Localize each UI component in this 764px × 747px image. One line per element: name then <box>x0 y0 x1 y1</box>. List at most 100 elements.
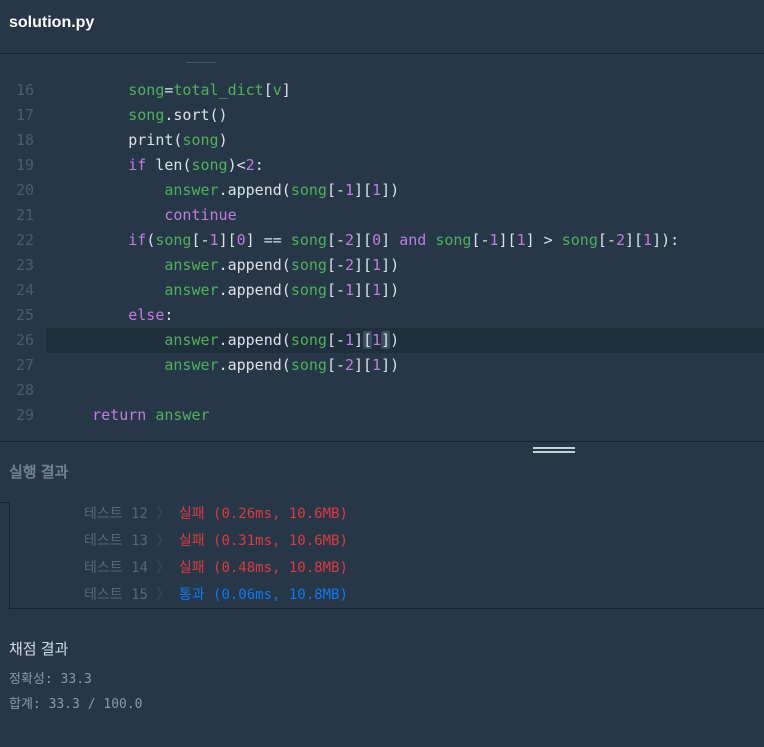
line-number: 22 <box>15 231 34 249</box>
code-token: [- <box>326 331 345 349</box>
code-token: ] <box>381 331 391 349</box>
code-line[interactable]: 22 if(song[-1][0] == song[-2][0] and son… <box>0 228 764 253</box>
line-number: 27 <box>15 356 34 374</box>
code-token: v <box>272 81 282 99</box>
code-token: ][ <box>354 231 373 249</box>
code-text: song=total_dict[v] <box>56 78 291 103</box>
code-token: ] <box>381 231 400 249</box>
code-token: sort <box>173 106 210 124</box>
test-detail: (0.26ms, 10.6MB) <box>213 506 348 522</box>
code-line[interactable]: 19 if len(song)<2: <box>0 153 764 178</box>
code-token: ( <box>281 256 291 274</box>
chevron-right-icon: 〉 <box>156 587 171 603</box>
test-status: 실패 <box>178 560 205 576</box>
code-token: answer <box>155 406 210 424</box>
code-token: 1 <box>372 356 382 374</box>
editor-header: solution.py <box>0 0 764 54</box>
code-token: 1 <box>372 281 382 299</box>
code-token: ][ <box>354 281 373 299</box>
code-token: 1 <box>209 231 219 249</box>
code-token: song <box>191 156 228 174</box>
code-token: song <box>155 231 192 249</box>
code-token: append <box>227 356 282 374</box>
code-line-active[interactable]: 26 answer.append(song[-1][1]) <box>16 328 764 353</box>
clipped-code-fragment <box>186 62 216 67</box>
code-token: song <box>182 131 219 149</box>
code-token: ] == <box>245 231 291 249</box>
code-token: song <box>290 181 327 199</box>
test-result-row: 테스트 15 〉 통과 (0.06ms, 10.8MB) <box>84 583 348 607</box>
accuracy-value: 33.3 <box>60 672 92 687</box>
code-line[interactable]: 25 else: <box>0 303 764 328</box>
code-text: answer.append(song[-1][1]) <box>56 328 399 353</box>
code-text: answer.append(song[-2][1]) <box>56 253 399 278</box>
code-token: [- <box>326 256 345 274</box>
code-token: ][ <box>624 231 644 249</box>
code-token: . <box>218 181 228 199</box>
test-result-row: 테스트 12 〉 실패 (0.26ms, 10.6MB) <box>84 502 348 526</box>
code-token: 1 <box>516 231 526 249</box>
code-token: )< <box>227 156 246 174</box>
code-text: if(song[-1][0] == song[-2][0] and song[-… <box>56 228 679 253</box>
code-token: ]) <box>381 356 400 374</box>
code-line[interactable]: 18 print(song) <box>0 128 764 153</box>
code-token: append <box>227 281 282 299</box>
code-editor[interactable]: 16 song=total_dict[v] 17 song.sort() 18 pr… <box>0 54 764 441</box>
code-token: ] <box>281 81 291 99</box>
test-label: 테스트 12 <box>84 506 148 522</box>
test-detail: (0.06ms, 10.8MB) <box>213 587 348 603</box>
code-token: [- <box>326 181 345 199</box>
code-token: song <box>290 281 327 299</box>
line-number: 20 <box>15 181 34 199</box>
test-detail: (0.48ms, 10.8MB) <box>213 560 348 576</box>
code-line[interactable]: 23 answer.append(song[-2][1]) <box>0 253 764 278</box>
accuracy-label: 정확성: <box>9 672 53 687</box>
code-line[interactable]: 20 answer.append(song[-1][1]) <box>0 178 764 203</box>
code-token: ( <box>146 231 156 249</box>
code-token: song <box>435 231 472 249</box>
code-token: if <box>128 231 147 249</box>
result-header: 실행 결과 <box>0 442 764 502</box>
line-number: 24 <box>15 281 34 299</box>
code-line[interactable]: 29 return answer <box>0 403 764 428</box>
code-token: song <box>128 81 165 99</box>
code-token: [- <box>597 231 616 249</box>
code-token: ][ <box>498 231 517 249</box>
code-line[interactable]: 24 answer.append(song[-1][1]) <box>0 278 764 303</box>
code-token: 1 <box>345 331 355 349</box>
line-number: 17 <box>15 106 34 124</box>
code-token: 2 <box>345 256 355 274</box>
code-token: ]): <box>652 231 680 249</box>
test-label: 테스트 15 <box>84 587 148 603</box>
code-token: ][ <box>354 356 373 374</box>
code-token: song <box>290 356 327 374</box>
code-line[interactable]: 27 answer.append(song[-2][1]) <box>0 353 764 378</box>
code-line[interactable]: 17 song.sort() <box>0 103 764 128</box>
test-detail: (0.31ms, 10.6MB) <box>213 533 348 549</box>
test-results-panel[interactable]: 테스트 12 〉 실패 (0.26ms, 10.6MB) 테스트 13 〉 실패 … <box>9 502 764 609</box>
resize-handle-icon[interactable] <box>533 447 575 456</box>
code-token: len <box>155 156 183 174</box>
code-token: song <box>561 231 598 249</box>
code-text: answer.append(song[-2][1]) <box>56 353 399 378</box>
code-line[interactable]: 21 continue <box>0 203 764 228</box>
test-result-row: 테스트 13 〉 실패 (0.31ms, 10.6MB) <box>84 529 348 553</box>
code-token: total_dict <box>173 81 264 99</box>
total-line: 합계: 33.3 / 100.0 <box>9 693 143 712</box>
code-token: ( <box>281 181 291 199</box>
accuracy-line: 정확성: 33.3 <box>9 668 92 687</box>
code-token: [- <box>326 356 345 374</box>
code-token: ] > <box>525 231 562 249</box>
code-token: [- <box>471 231 490 249</box>
code-line[interactable]: 16 song=total_dict[v] <box>0 78 764 103</box>
test-result-row: 테스트 14 〉 실패 (0.48ms, 10.8MB) <box>84 556 348 580</box>
code-line[interactable]: 28 <box>0 378 764 403</box>
